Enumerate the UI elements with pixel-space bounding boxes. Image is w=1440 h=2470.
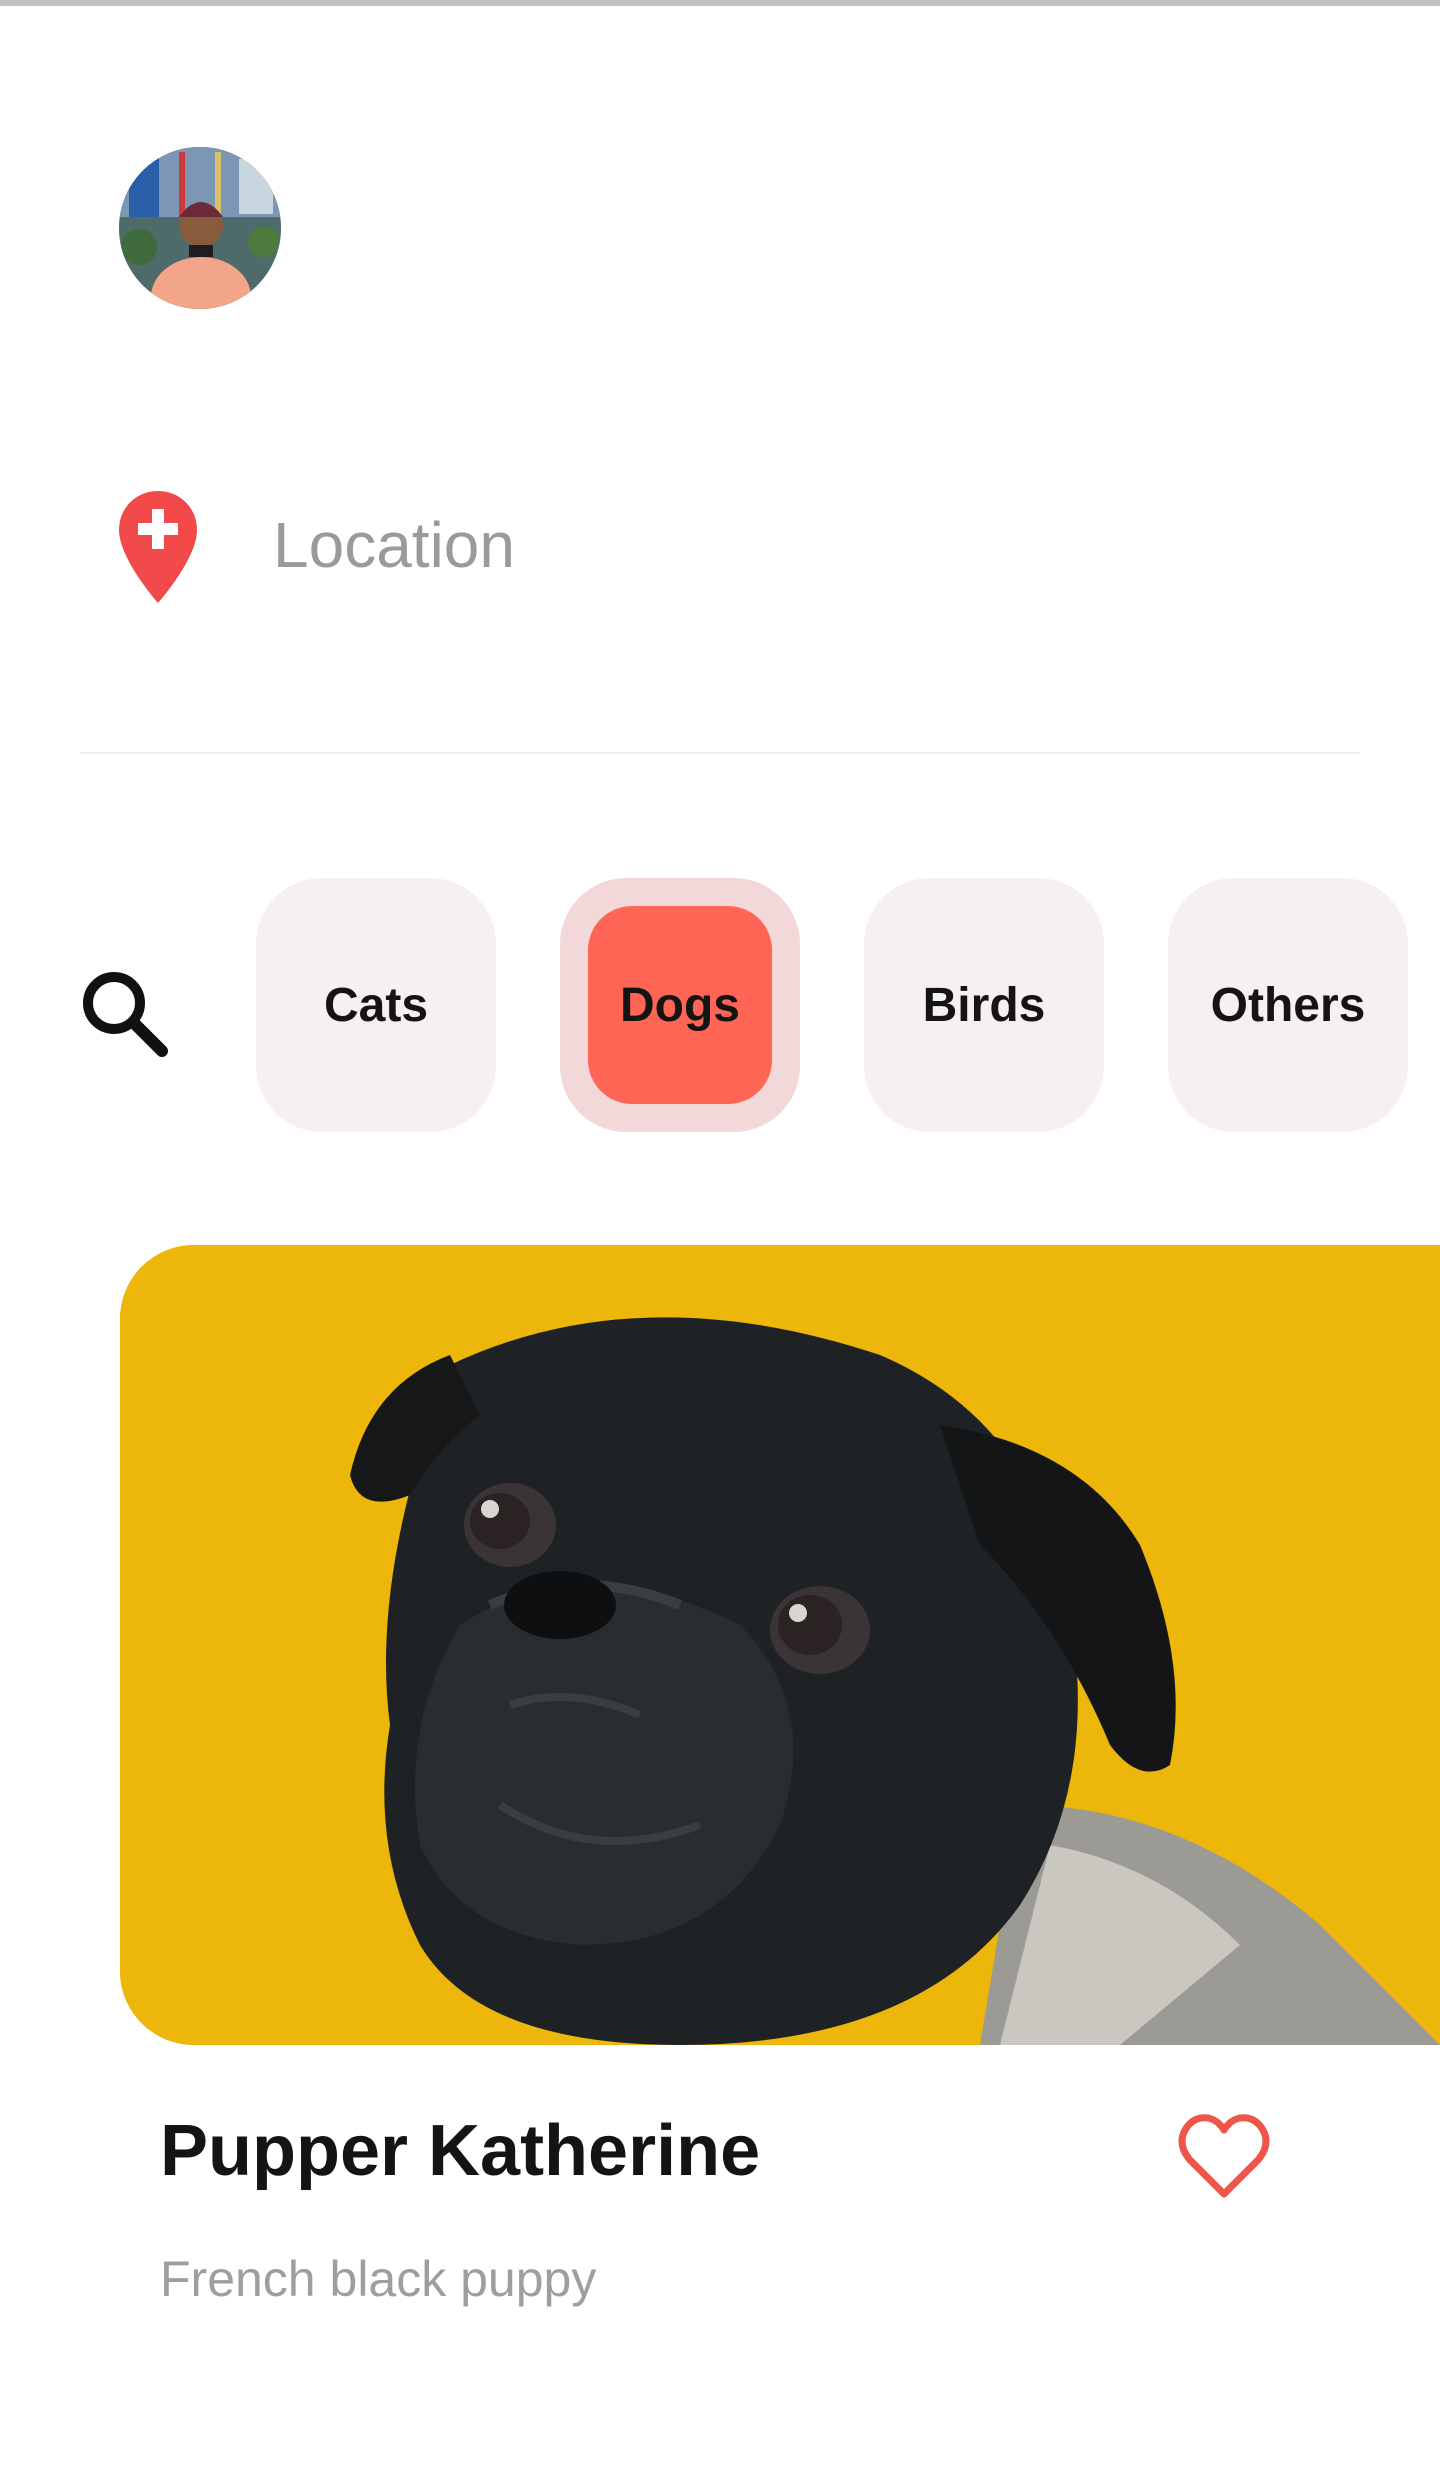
divider — [80, 752, 1360, 754]
avatar-photo — [119, 147, 281, 309]
pet-description: French black puppy — [160, 2251, 597, 2307]
pet-card-image[interactable] — [120, 1245, 1440, 2045]
category-chip-label: Dogs — [620, 978, 740, 1032]
category-chip-label: Others — [1210, 978, 1366, 1032]
user-avatar[interactable] — [119, 147, 281, 309]
status-bar-strip — [0, 0, 1440, 6]
location-field[interactable] — [117, 487, 1357, 607]
pug-photo — [120, 1245, 1440, 2045]
pet-name: Pupper Katherine — [160, 2111, 761, 2191]
map-pin-plus-icon — [119, 491, 197, 603]
category-chip-label: Cats — [323, 978, 429, 1032]
favorite-button[interactable] — [1176, 2112, 1272, 2202]
selected-chip-highlight: Dogs — [588, 906, 772, 1104]
heart-outline-icon — [1178, 2114, 1270, 2198]
category-chip-label: Birds — [922, 978, 1046, 1032]
category-chip-others[interactable]: Others — [1168, 878, 1408, 1132]
location-input[interactable] — [273, 495, 1173, 595]
category-chip-birds[interactable]: Birds — [864, 878, 1104, 1132]
search-icon — [83, 972, 168, 1057]
category-chip-dogs[interactable]: Dogs — [560, 878, 800, 1132]
search-button[interactable] — [74, 958, 174, 1068]
category-chip-cats[interactable]: Cats — [256, 878, 496, 1132]
